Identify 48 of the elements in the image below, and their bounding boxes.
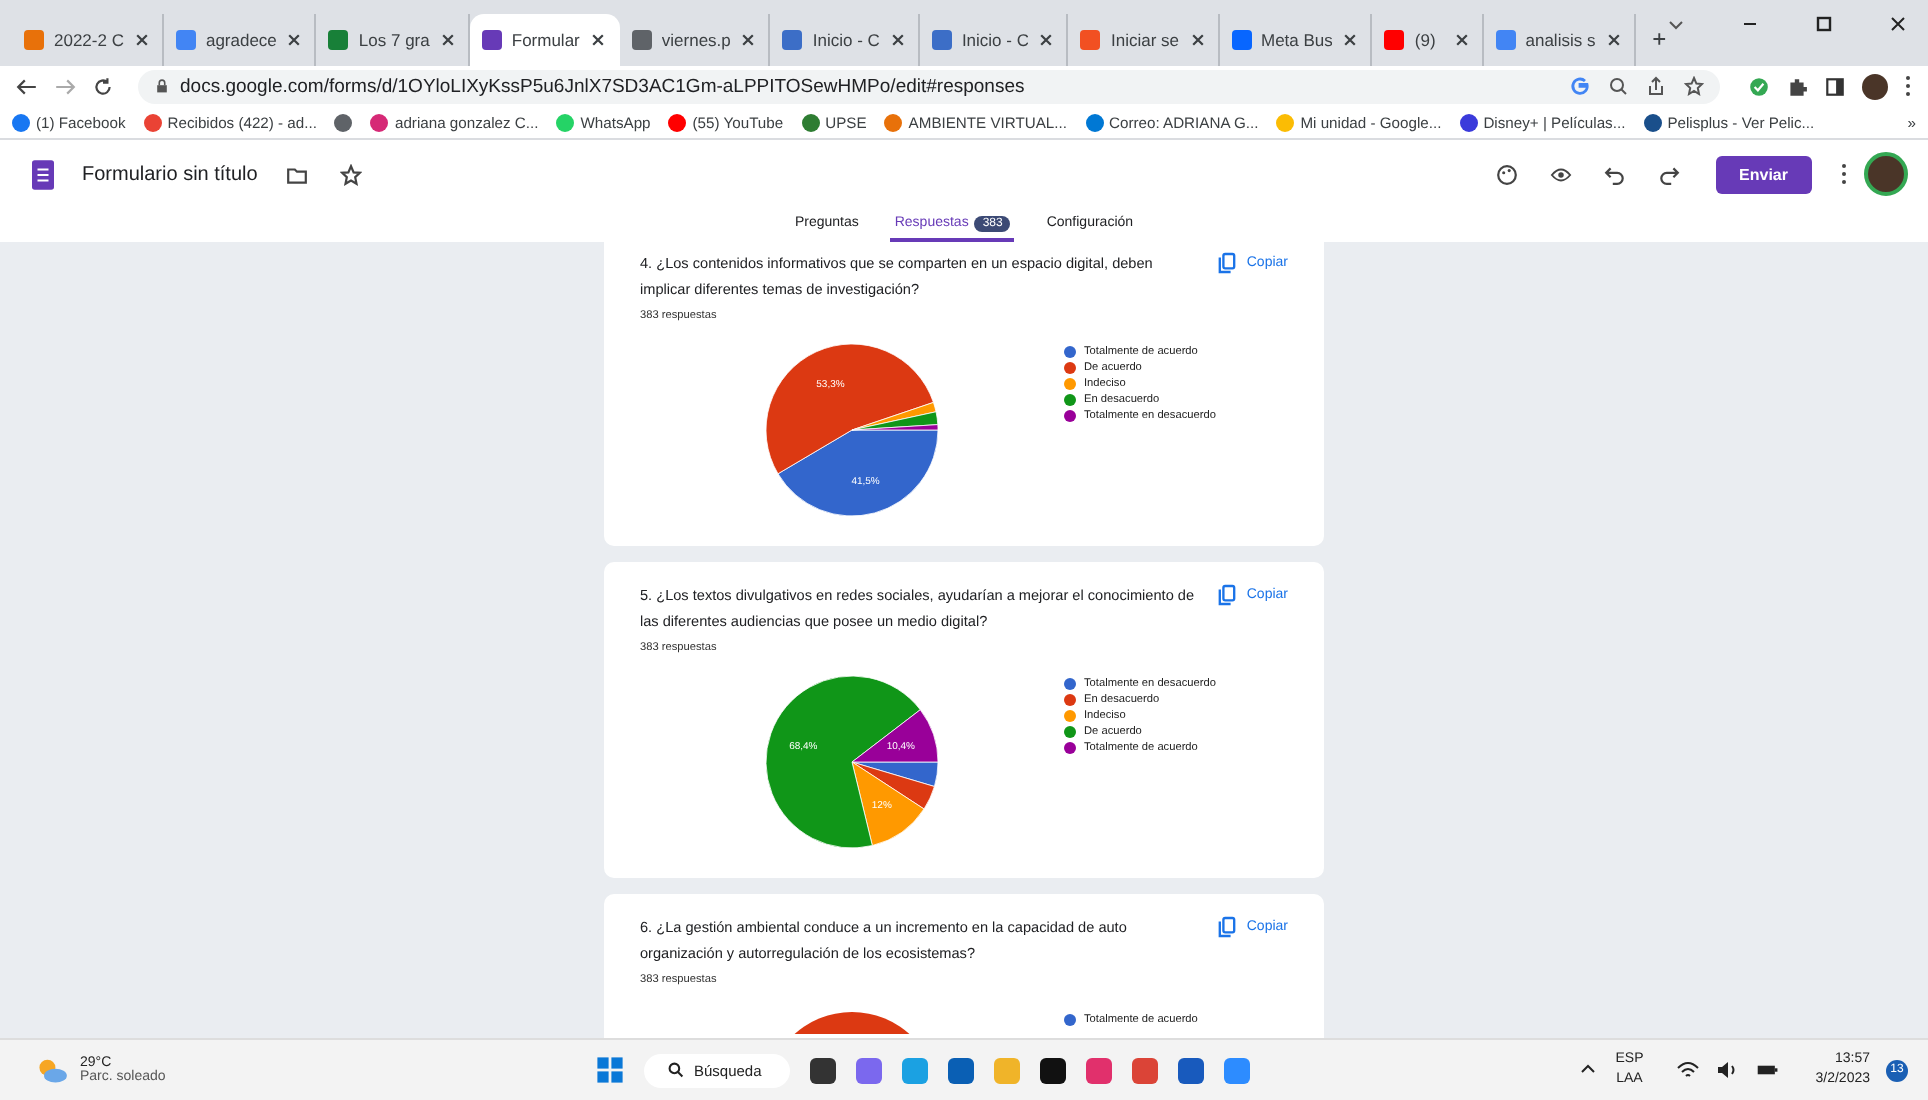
lock-icon [154,78,170,94]
close-icon[interactable] [286,32,303,48]
maximize-icon[interactable] [1814,13,1834,33]
form-title[interactable]: Formulario sin título [82,163,258,185]
browser-tab[interactable]: Formular [469,14,620,66]
redo-icon[interactable] [1657,163,1680,185]
google-g-icon[interactable] [1570,76,1590,96]
more-icon[interactable] [1904,74,1912,98]
close-icon[interactable] [133,32,150,48]
zoom-icon[interactable] [1608,76,1628,96]
forms-logo-icon[interactable] [32,159,54,189]
close-icon[interactable] [889,32,906,48]
close-icon[interactable] [1888,13,1908,33]
battery-icon[interactable] [1755,1060,1780,1080]
share-icon[interactable] [1646,76,1666,96]
back-icon[interactable] [16,75,38,97]
puzzle-icon[interactable] [1786,75,1808,97]
close-icon[interactable] [1453,32,1470,48]
copy-icon [1218,584,1237,606]
undo-icon[interactable] [1603,163,1626,185]
new-tab-icon[interactable] [1651,28,1666,50]
close-icon[interactable] [1189,32,1205,48]
app-icon[interactable] [1039,1057,1066,1083]
more-icon[interactable] [1840,162,1848,186]
close-icon[interactable] [589,32,606,48]
close-icon[interactable] [1038,32,1055,48]
side-panel-icon[interactable] [1824,75,1846,97]
close-icon[interactable] [1605,32,1622,48]
avatar[interactable] [1862,73,1888,99]
windows-start-icon[interactable] [596,1056,624,1084]
copy-icon [1218,916,1237,938]
close-icon[interactable] [439,32,456,48]
star-icon[interactable] [339,163,362,185]
copy-icon [1218,252,1237,274]
eye-icon[interactable] [1549,163,1572,185]
speaker-icon[interactable] [1715,1060,1740,1080]
search-icon [668,1062,684,1078]
close-icon[interactable] [740,32,757,48]
star-icon[interactable] [1684,76,1704,96]
extension-check-icon[interactable] [1748,75,1770,97]
reload-icon[interactable] [92,75,114,97]
folder-icon[interactable] [285,163,308,185]
app-icon[interactable] [809,1057,836,1083]
address-bar[interactable]: docs.google.com/forms/d/1OYloLIXyKssP5u6JnlX7SD3AC1Gm-aLPPITOSewHMPo/edit#responses [138,69,1720,103]
close-icon[interactable] [1342,32,1359,48]
wifi-icon[interactable] [1675,1060,1700,1080]
send-button[interactable]: Enviar [1715,155,1812,193]
avatar[interactable] [1864,152,1908,196]
